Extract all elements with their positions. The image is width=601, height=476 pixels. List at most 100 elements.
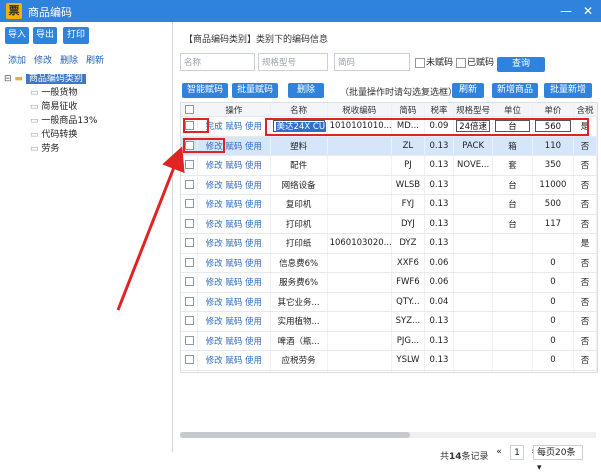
table-row[interactable]: 修改 赋码 使用 应税劳务 YSLW 0.13 0 否	[181, 350, 597, 371]
assign-link[interactable]: 赋码	[225, 337, 242, 347]
breadcrumb: 【商品编码类别】类别下的编码信息	[184, 35, 329, 45]
tree-item-label[interactable]: 代码转换	[41, 130, 77, 140]
header-tax-code[interactable]: 税收编码	[327, 103, 392, 117]
assigned-checkbox[interactable]	[456, 58, 466, 68]
delete-button[interactable]: 删除	[288, 83, 324, 98]
delete-link[interactable]: 删除	[60, 53, 78, 66]
tax-code-cell	[327, 194, 392, 215]
name-cell: 塑料	[270, 136, 328, 156]
use-link[interactable]: 使用	[245, 356, 262, 366]
price-cell: 0	[532, 292, 575, 312]
use-link[interactable]: 使用	[245, 161, 262, 171]
tax-incl-cell: 否	[573, 253, 597, 273]
collapse-icon[interactable]: ⊟	[4, 74, 12, 84]
tax-code-cell	[327, 331, 392, 351]
tree-item-label[interactable]: 一般商品13%	[41, 116, 97, 126]
edit-link[interactable]: 修改	[206, 356, 223, 366]
use-link[interactable]: 使用	[245, 181, 262, 191]
export-button[interactable]: 导出	[33, 27, 57, 44]
header-code[interactable]: 简码	[391, 103, 425, 117]
page-size-select[interactable]: 每页20条 ▾	[533, 445, 583, 473]
batch-assign-button[interactable]: 批量赋码	[232, 83, 278, 98]
use-link[interactable]: 使用	[245, 259, 262, 269]
main-panel: 【商品编码类别】类别下的编码信息 名称 规格型号 简码 未赋码 已赋码 查询 智…	[116, 22, 601, 473]
rate-cell: 0.13	[424, 136, 454, 156]
use-link[interactable]: 使用	[245, 239, 262, 249]
minimize-button[interactable]: —	[556, 2, 576, 20]
use-link[interactable]: 使用	[245, 278, 262, 288]
refresh-link[interactable]: 刷新	[86, 53, 104, 66]
price-cell: 0	[532, 272, 575, 293]
title-bar: 票 商品编码 — ✕	[0, 0, 601, 22]
prev-page-button[interactable]: «	[492, 445, 506, 460]
name-search-input[interactable]: 名称	[180, 53, 255, 71]
edit-link[interactable]: 修改	[34, 53, 52, 66]
smart-assign-button[interactable]: 智能赋码	[182, 83, 228, 98]
folder-icon: ▬	[14, 74, 23, 84]
use-link[interactable]: 使用	[245, 317, 262, 327]
header-rate[interactable]: 税率	[424, 103, 454, 117]
record-count: 共14条记录	[440, 452, 489, 462]
use-link[interactable]: 使用	[245, 122, 262, 132]
use-link[interactable]: 使用	[245, 337, 262, 347]
price-cell: 11000	[532, 175, 575, 195]
tree-root-label[interactable]: 商品编码类别	[25, 74, 86, 84]
scrollbar-thumb[interactable]	[180, 432, 410, 438]
tax-incl-cell: 是	[573, 233, 597, 254]
tree-item-label[interactable]: 劳务	[41, 144, 59, 154]
header-price[interactable]: 单价	[532, 103, 575, 117]
spec-cell	[453, 292, 494, 312]
refresh-button[interactable]: 刷新	[452, 83, 484, 98]
assign-link[interactable]: 赋码	[225, 317, 242, 327]
header-tax-incl[interactable]: 含税	[573, 103, 597, 117]
add-product-button[interactable]: 新增商品	[492, 83, 538, 98]
row-actions: 修改 赋码 使用	[197, 370, 271, 372]
query-button[interactable]: 查询	[497, 57, 545, 72]
code-cell: DYJ	[391, 214, 425, 234]
horizontal-scrollbar[interactable]	[180, 432, 596, 438]
name-cell: 复印机	[270, 194, 328, 215]
import-button[interactable]: 导入	[5, 27, 29, 44]
table-row[interactable]: 修改 赋码 使用 啤酒（瓶... PJG... 0.13 0 否	[181, 331, 597, 351]
tree-root[interactable]: ⊟ ▬ 商品编码类别	[4, 72, 170, 86]
spec-cell	[453, 253, 494, 273]
tree-item-simple-levy[interactable]: ▭ 简易征收	[4, 100, 170, 114]
use-link[interactable]: 使用	[245, 220, 262, 230]
tree-item-general-13[interactable]: ▭ 一般商品13%	[4, 114, 170, 128]
code-search-input[interactable]: 简码	[334, 53, 410, 71]
assign-link[interactable]: 赋码	[225, 356, 242, 366]
close-button[interactable]: ✕	[578, 2, 598, 20]
use-link[interactable]: 使用	[245, 200, 262, 210]
edit-link[interactable]: 修改	[206, 337, 223, 347]
spec-cell	[453, 194, 494, 215]
table-row[interactable]: 修改 赋码 使用现局销售 STXS0.13 0否	[181, 370, 597, 372]
tree-item-label[interactable]: 简易征收	[41, 102, 77, 112]
unit-cell	[492, 331, 533, 351]
use-link[interactable]: 使用	[245, 142, 262, 152]
tree-item-general-goods[interactable]: ▭ 一般货物	[4, 86, 170, 100]
batch-add-button[interactable]: 批量新增	[544, 83, 592, 98]
unassigned-checkbox[interactable]	[415, 58, 425, 68]
use-link[interactable]: 使用	[245, 298, 262, 308]
edit-link[interactable]: 修改	[206, 317, 223, 327]
spec-search-input[interactable]: 规格型号	[258, 53, 328, 71]
header-name[interactable]: 名称	[270, 103, 328, 117]
code-cell: QTY...	[391, 292, 425, 312]
add-link[interactable]: 添加	[8, 53, 26, 66]
code-cell: SYZ...	[391, 311, 425, 332]
row-checkbox[interactable]	[184, 316, 194, 326]
header-unit[interactable]: 单位	[492, 103, 533, 117]
header-spec[interactable]: 规格型号	[453, 103, 494, 117]
page-number-input[interactable]: 1	[510, 445, 524, 460]
header-select[interactable]	[181, 103, 199, 117]
tax-code-cell	[327, 175, 392, 195]
tax-incl-cell: 否	[573, 272, 597, 293]
tree-item-label[interactable]: 一般货物	[41, 88, 77, 98]
tax-code-cell	[327, 292, 392, 312]
name-cell: 打印纸	[270, 233, 328, 254]
name-cell: 现局销售	[270, 370, 328, 372]
row-checkbox[interactable]	[184, 335, 194, 345]
spec-cell	[453, 272, 494, 293]
row-checkbox[interactable]	[184, 355, 194, 365]
print-button[interactable]: 打印	[63, 27, 89, 44]
